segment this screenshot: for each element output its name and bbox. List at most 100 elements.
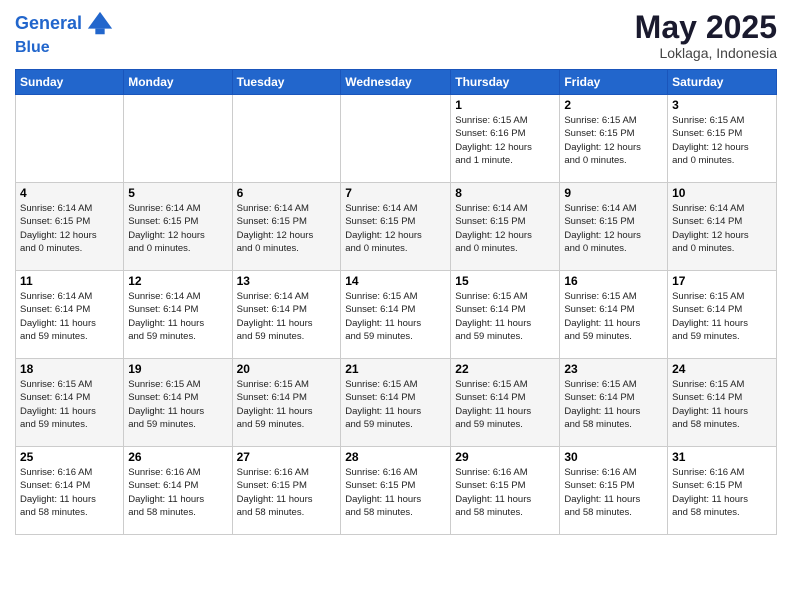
day-info: Sunrise: 6:16 AM Sunset: 6:14 PM Dayligh… — [128, 466, 227, 519]
day-number: 21 — [345, 362, 446, 376]
day-info: Sunrise: 6:15 AM Sunset: 6:14 PM Dayligh… — [564, 290, 663, 343]
header: General Blue May 2025 Loklaga, Indonesia — [15, 10, 777, 61]
calendar-week-row: 25 Sunrise: 6:16 AM Sunset: 6:14 PM Dayli… — [16, 447, 777, 535]
col-monday: Monday — [124, 70, 232, 95]
calendar-cell: 18Sunrise: 6:15 AM Sunset: 6:14 PM Dayli… — [16, 359, 124, 447]
day-number: 15 — [455, 274, 555, 288]
calendar-cell: 2Sunrise: 6:15 AM Sunset: 6:15 PM Daylig… — [560, 95, 668, 183]
calendar-cell: 6 Sunrise: 6:14 AM Sunset: 6:15 PM Daylig… — [232, 183, 341, 271]
calendar-cell: 22 Sunrise: 6:15 AM Sunset: 6:14 PM Dayli… — [451, 359, 560, 447]
day-number: 19 — [128, 362, 227, 376]
calendar-cell: 9Sunrise: 6:14 AM Sunset: 6:15 PM Daylig… — [560, 183, 668, 271]
day-number: 22 — [455, 362, 555, 376]
day-number: 10 — [672, 186, 772, 200]
day-number: 26 — [128, 450, 227, 464]
day-info: Sunrise: 6:14 AM Sunset: 6:14 PM Dayligh… — [128, 290, 227, 343]
calendar-cell: 7Sunrise: 6:14 AM Sunset: 6:15 PM Daylig… — [341, 183, 451, 271]
calendar-week-row: 11 Sunrise: 6:14 AM Sunset: 6:14 PM Dayli… — [16, 271, 777, 359]
day-number: 1 — [455, 98, 555, 112]
day-info: Sunrise: 6:14 AM Sunset: 6:15 PM Dayligh… — [20, 202, 119, 255]
logo-text-general: General — [15, 13, 82, 35]
day-info: Sunrise: 6:14 AM Sunset: 6:14 PM Dayligh… — [20, 290, 119, 343]
calendar-cell: 1 Sunrise: 6:15 AM Sunset: 6:16 PM Daylig… — [451, 95, 560, 183]
calendar-cell — [124, 95, 232, 183]
calendar-cell: 24 Sunrise: 6:15 AM Sunset: 6:14 PM Dayli… — [668, 359, 777, 447]
day-info: Sunrise: 6:16 AM Sunset: 6:15 PM Dayligh… — [672, 466, 772, 519]
location: Loklaga, Indonesia — [635, 45, 777, 61]
logo-text-blue: Blue — [15, 38, 114, 57]
calendar-week-row: 1 Sunrise: 6:15 AM Sunset: 6:16 PM Daylig… — [16, 95, 777, 183]
calendar-cell: 16 Sunrise: 6:15 AM Sunset: 6:14 PM Dayli… — [560, 271, 668, 359]
day-info: Sunrise: 6:15 AM Sunset: 6:14 PM Dayligh… — [455, 290, 555, 343]
day-info: Sunrise: 6:14 AM Sunset: 6:14 PM Dayligh… — [237, 290, 337, 343]
day-number: 4 — [20, 186, 119, 200]
calendar-cell: 8 Sunrise: 6:14 AM Sunset: 6:15 PM Daylig… — [451, 183, 560, 271]
day-number: 20 — [237, 362, 337, 376]
calendar-cell: 3 Sunrise: 6:15 AM Sunset: 6:15 PM Daylig… — [668, 95, 777, 183]
page-container: General Blue May 2025 Loklaga, Indonesia… — [0, 0, 792, 545]
calendar-cell: 5Sunrise: 6:14 AM Sunset: 6:15 PM Daylig… — [124, 183, 232, 271]
day-number: 24 — [672, 362, 772, 376]
calendar-cell: 25 Sunrise: 6:16 AM Sunset: 6:14 PM Dayli… — [16, 447, 124, 535]
day-info: Sunrise: 6:15 AM Sunset: 6:14 PM Dayligh… — [455, 378, 555, 431]
day-info: Sunrise: 6:15 AM Sunset: 6:14 PM Dayligh… — [672, 290, 772, 343]
day-number: 11 — [20, 274, 119, 288]
calendar-cell: 20 Sunrise: 6:15 AM Sunset: 6:14 PM Dayli… — [232, 359, 341, 447]
logo: General Blue — [15, 10, 114, 57]
day-info: Sunrise: 6:15 AM Sunset: 6:14 PM Dayligh… — [237, 378, 337, 431]
day-info: Sunrise: 6:15 AM Sunset: 6:14 PM Dayligh… — [564, 378, 663, 431]
calendar-cell: 12Sunrise: 6:14 AM Sunset: 6:14 PM Dayli… — [124, 271, 232, 359]
day-info: Sunrise: 6:15 AM Sunset: 6:14 PM Dayligh… — [128, 378, 227, 431]
calendar-table: Sunday Monday Tuesday Wednesday Thursday… — [15, 69, 777, 535]
day-number: 29 — [455, 450, 555, 464]
col-wednesday: Wednesday — [341, 70, 451, 95]
calendar-week-row: 18Sunrise: 6:15 AM Sunset: 6:14 PM Dayli… — [16, 359, 777, 447]
month-title: May 2025 — [635, 10, 777, 45]
day-number: 30 — [564, 450, 663, 464]
day-number: 25 — [20, 450, 119, 464]
calendar-cell: 4 Sunrise: 6:14 AM Sunset: 6:15 PM Daylig… — [16, 183, 124, 271]
day-info: Sunrise: 6:15 AM Sunset: 6:14 PM Dayligh… — [672, 378, 772, 431]
calendar-cell: 11 Sunrise: 6:14 AM Sunset: 6:14 PM Dayli… — [16, 271, 124, 359]
col-friday: Friday — [560, 70, 668, 95]
calendar-cell: 23Sunrise: 6:15 AM Sunset: 6:14 PM Dayli… — [560, 359, 668, 447]
day-info: Sunrise: 6:15 AM Sunset: 6:14 PM Dayligh… — [345, 290, 446, 343]
day-info: Sunrise: 6:15 AM Sunset: 6:16 PM Dayligh… — [455, 114, 555, 167]
day-number: 13 — [237, 274, 337, 288]
day-number: 31 — [672, 450, 772, 464]
day-number: 7 — [345, 186, 446, 200]
day-number: 8 — [455, 186, 555, 200]
day-number: 16 — [564, 274, 663, 288]
day-info: Sunrise: 6:15 AM Sunset: 6:15 PM Dayligh… — [564, 114, 663, 167]
day-info: Sunrise: 6:14 AM Sunset: 6:15 PM Dayligh… — [128, 202, 227, 255]
calendar-cell: 10 Sunrise: 6:14 AM Sunset: 6:14 PM Dayli… — [668, 183, 777, 271]
day-number: 14 — [345, 274, 446, 288]
day-info: Sunrise: 6:14 AM Sunset: 6:15 PM Dayligh… — [237, 202, 337, 255]
day-info: Sunrise: 6:16 AM Sunset: 6:15 PM Dayligh… — [345, 466, 446, 519]
col-tuesday: Tuesday — [232, 70, 341, 95]
calendar-cell: 17 Sunrise: 6:15 AM Sunset: 6:14 PM Dayli… — [668, 271, 777, 359]
calendar-cell: 26 Sunrise: 6:16 AM Sunset: 6:14 PM Dayli… — [124, 447, 232, 535]
day-info: Sunrise: 6:16 AM Sunset: 6:15 PM Dayligh… — [237, 466, 337, 519]
day-info: Sunrise: 6:16 AM Sunset: 6:15 PM Dayligh… — [455, 466, 555, 519]
day-info: Sunrise: 6:14 AM Sunset: 6:15 PM Dayligh… — [455, 202, 555, 255]
calendar-cell: 21 Sunrise: 6:15 AM Sunset: 6:14 PM Dayli… — [341, 359, 451, 447]
logo-icon — [86, 10, 114, 38]
calendar-header-row: Sunday Monday Tuesday Wednesday Thursday… — [16, 70, 777, 95]
day-info: Sunrise: 6:16 AM Sunset: 6:15 PM Dayligh… — [564, 466, 663, 519]
day-number: 6 — [237, 186, 337, 200]
calendar-cell — [341, 95, 451, 183]
day-number: 3 — [672, 98, 772, 112]
day-info: Sunrise: 6:14 AM Sunset: 6:14 PM Dayligh… — [672, 202, 772, 255]
calendar-cell: 14 Sunrise: 6:15 AM Sunset: 6:14 PM Dayli… — [341, 271, 451, 359]
day-info: Sunrise: 6:15 AM Sunset: 6:15 PM Dayligh… — [672, 114, 772, 167]
calendar-cell: 31 Sunrise: 6:16 AM Sunset: 6:15 PM Dayli… — [668, 447, 777, 535]
calendar-cell: 13 Sunrise: 6:14 AM Sunset: 6:14 PM Dayli… — [232, 271, 341, 359]
col-sunday: Sunday — [16, 70, 124, 95]
calendar-cell — [16, 95, 124, 183]
day-info: Sunrise: 6:15 AM Sunset: 6:14 PM Dayligh… — [345, 378, 446, 431]
day-number: 17 — [672, 274, 772, 288]
day-number: 9 — [564, 186, 663, 200]
day-info: Sunrise: 6:16 AM Sunset: 6:14 PM Dayligh… — [20, 466, 119, 519]
calendar-cell: 28Sunrise: 6:16 AM Sunset: 6:15 PM Dayli… — [341, 447, 451, 535]
